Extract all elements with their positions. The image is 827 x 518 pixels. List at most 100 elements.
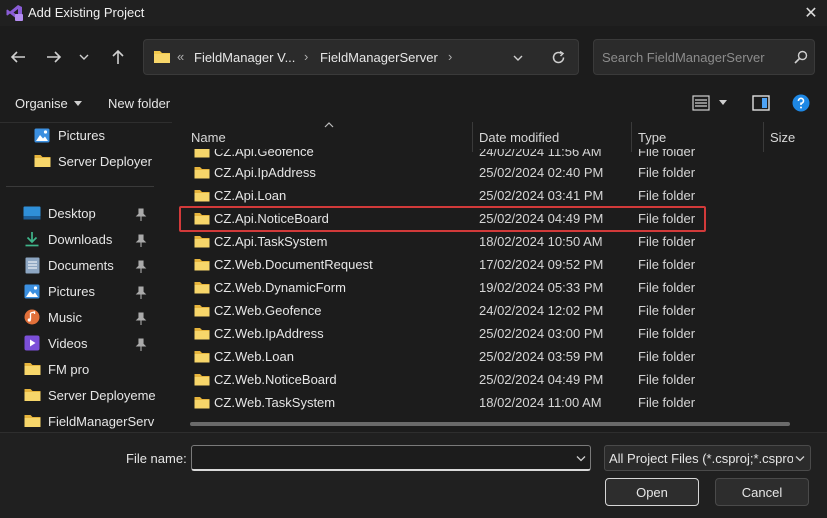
sidebar-scrollbar[interactable] [160, 122, 172, 432]
window-title: Add Existing Project [28, 5, 145, 20]
chevron-down-icon[interactable] [513, 54, 523, 62]
open-button[interactable]: Open [605, 478, 699, 506]
organise-button[interactable]: Organise [15, 96, 82, 111]
close-button[interactable]: ✕ [796, 0, 826, 26]
file-type: File folder [638, 280, 696, 295]
refresh-icon[interactable] [551, 50, 566, 65]
sidebar-item-fm-pro[interactable]: FM pro [23, 357, 89, 381]
file-date: 17/02/2024 09:52 PM [479, 257, 604, 272]
file-name: CZ.Web.Loan [214, 349, 294, 364]
file-name: CZ.Web.NoticeBoard [214, 372, 337, 387]
sidebar-item-label: Downloads [48, 231, 113, 247]
folder-icon [194, 397, 210, 409]
pin-icon[interactable] [135, 286, 147, 300]
table-row[interactable]: CZ.Web.TaskSystem 18/02/2024 11:00 AM Fi… [180, 392, 810, 415]
breadcrumb-item-fieldmanager[interactable]: FieldManager V... [194, 50, 295, 65]
pictures-icon [23, 282, 41, 300]
column-header-type[interactable]: Type [638, 130, 666, 145]
sidebar-item-music[interactable]: Music [23, 305, 82, 329]
chevron-down-icon[interactable] [576, 455, 586, 462]
documents-icon [23, 256, 41, 274]
sidebar-item-label: Music [48, 309, 82, 325]
table-row[interactable]: CZ.Web.NoticeBoard 25/02/2024 04:49 PM F… [180, 369, 810, 392]
folder-icon [194, 351, 210, 363]
folder-icon [194, 167, 210, 179]
folder-icon [23, 386, 41, 404]
file-type: File folder [638, 188, 696, 203]
file-name: CZ.Api.IpAddress [214, 165, 316, 180]
clipped-row [172, 148, 827, 156]
folder-icon [23, 412, 41, 430]
file-date: 18/02/2024 11:00 AM [479, 395, 602, 410]
folder-icon [194, 282, 210, 294]
highlight-box [179, 206, 706, 232]
filename-input[interactable] [198, 450, 558, 466]
pin-icon[interactable] [135, 260, 147, 274]
sidebar-item-server-deployer[interactable]: Server Deployer [33, 149, 152, 173]
forward-button[interactable] [40, 42, 68, 72]
sidebar-item-fieldmanagerserver[interactable]: FieldManagerServ [23, 409, 154, 432]
column-header-name[interactable]: Name [191, 130, 226, 145]
sidebar-item-videos[interactable]: Videos [23, 331, 88, 355]
title-bar: Add Existing Project ✕ [0, 0, 827, 26]
file-type: File folder [638, 349, 696, 364]
sidebar-item-pictures-top[interactable]: Pictures [33, 123, 105, 147]
file-name: CZ.Web.DocumentRequest [214, 257, 373, 272]
sidebar-item-label: Videos [48, 335, 88, 351]
file-date: 18/02/2024 10:50 AM [479, 234, 603, 249]
table-row[interactable]: CZ.Api.TaskSystem 18/02/2024 10:50 AM Fi… [180, 231, 810, 254]
horizontal-scrollbar[interactable] [190, 422, 790, 426]
pin-icon[interactable] [135, 338, 147, 352]
chevron-down-icon [79, 54, 89, 60]
file-type: File folder [638, 326, 696, 341]
folder-icon [194, 190, 210, 202]
filename-combobox[interactable] [191, 445, 591, 471]
up-button[interactable] [104, 42, 132, 72]
pin-icon[interactable] [135, 208, 147, 222]
filetype-select[interactable]: All Project Files (*.csproj;*.csproj [604, 445, 811, 471]
new-folder-button[interactable]: New folder [108, 96, 170, 111]
recent-locations-button[interactable] [72, 42, 96, 72]
file-date: 19/02/2024 05:33 PM [479, 280, 604, 295]
sidebar-item-documents[interactable]: Documents [23, 253, 114, 277]
downloads-icon [23, 230, 41, 248]
sidebar-item-desktop[interactable]: Desktop [23, 201, 96, 225]
table-row[interactable]: CZ.Web.Geofence 24/02/2024 12:02 PM File… [180, 300, 810, 323]
sidebar-item-downloads[interactable]: Downloads [23, 227, 112, 251]
table-row[interactable]: CZ.Api.Loan 25/02/2024 03:41 PM File fol… [180, 185, 810, 208]
table-row[interactable]: CZ.Web.DynamicForm 19/02/2024 05:33 PM F… [180, 277, 810, 300]
pin-icon[interactable] [135, 312, 147, 326]
sidebar-item-pictures[interactable]: Pictures [23, 279, 95, 303]
sidebar-item-server-deployement[interactable]: Server Deployeme [23, 383, 156, 407]
pin-icon[interactable] [135, 234, 147, 248]
organise-label: Organise [15, 96, 68, 111]
cancel-button[interactable]: Cancel [715, 478, 809, 506]
address-bar[interactable]: « FieldManager V... › FieldManagerServer… [143, 39, 579, 75]
column-header-date[interactable]: Date modified [479, 130, 559, 145]
file-list: Name Date modified Type Size CZ.Api.Geof… [172, 122, 827, 432]
table-row[interactable]: CZ.Web.Loan 25/02/2024 03:59 PM File fol… [180, 346, 810, 369]
file-type: File folder [638, 234, 696, 249]
column-header-size[interactable]: Size [770, 130, 795, 145]
file-date: 25/02/2024 03:41 PM [479, 188, 604, 203]
file-date: 25/02/2024 02:40 PM [479, 165, 604, 180]
help-icon[interactable] [792, 94, 810, 112]
file-name: CZ.Web.IpAddress [214, 326, 324, 341]
search-box[interactable] [593, 39, 815, 75]
view-options-button[interactable] [692, 95, 727, 111]
folder-icon [194, 305, 210, 317]
preview-pane-icon[interactable] [752, 95, 770, 111]
breadcrumb-overflow[interactable]: « [177, 49, 184, 64]
table-row[interactable]: CZ.Web.DocumentRequest 17/02/2024 09:52 … [180, 254, 810, 277]
close-icon: ✕ [804, 5, 818, 22]
file-type: File folder [638, 395, 696, 410]
back-button[interactable] [4, 42, 32, 72]
table-row[interactable]: CZ.Api.IpAddress 25/02/2024 02:40 PM Fil… [180, 162, 810, 185]
search-input[interactable] [602, 48, 782, 66]
breadcrumb-item-fieldmanagerserver[interactable]: FieldManagerServer [320, 50, 438, 65]
arrow-up-icon [112, 49, 124, 64]
table-row[interactable]: CZ.Web.IpAddress 25/02/2024 03:00 PM Fil… [180, 323, 810, 346]
file-name: CZ.Web.DynamicForm [214, 280, 346, 295]
desktop-icon [23, 204, 41, 222]
file-date: 25/02/2024 03:59 PM [479, 349, 604, 364]
